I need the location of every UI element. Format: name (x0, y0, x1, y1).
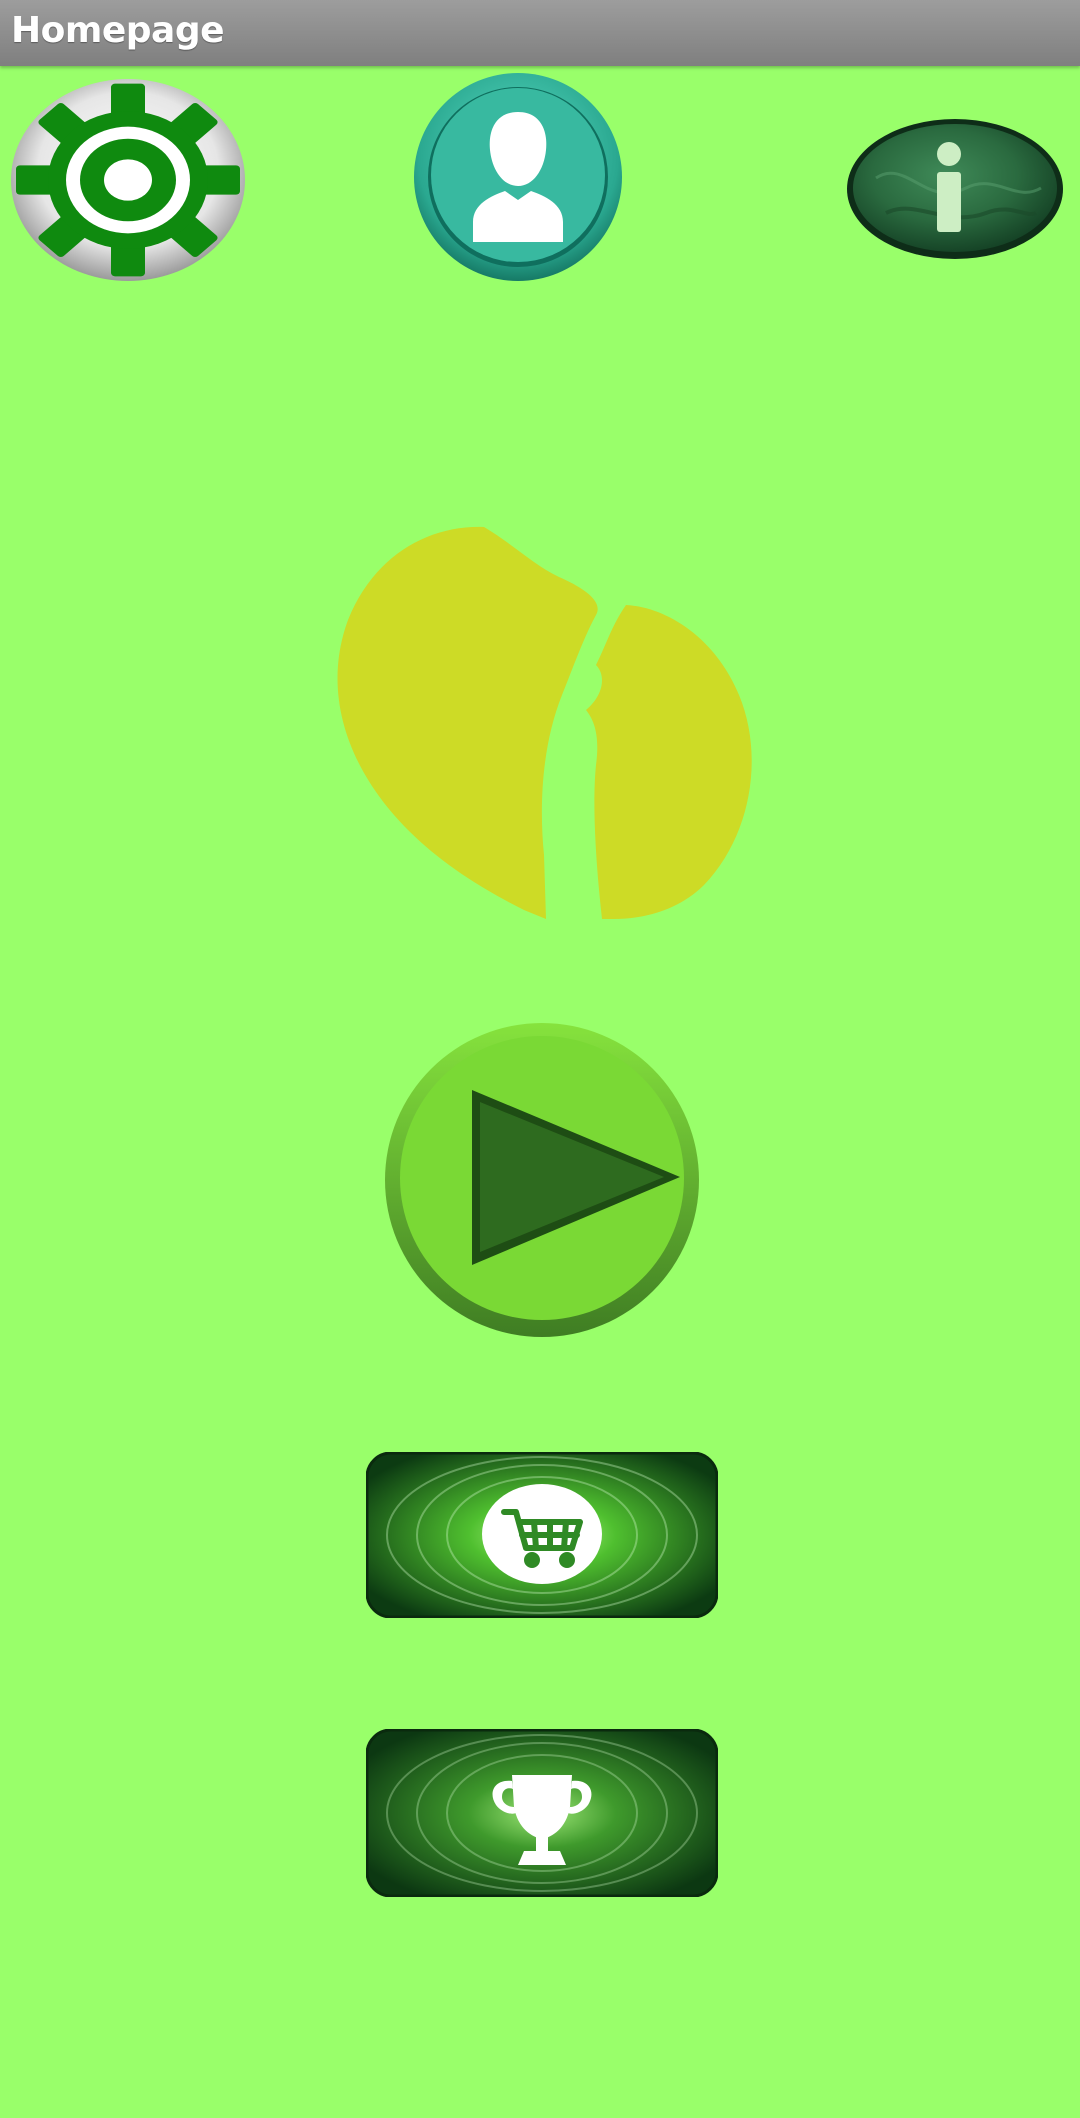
shop-button[interactable] (366, 1452, 718, 1618)
gear-icon (11, 79, 245, 281)
play-button[interactable] (384, 1020, 700, 1340)
page-title: Homepage (11, 10, 225, 51)
settings-button[interactable] (10, 78, 246, 282)
profile-button[interactable] (413, 72, 623, 282)
app-logo (334, 525, 756, 919)
info-button[interactable] (846, 118, 1064, 260)
title-bar: Homepage (0, 0, 1080, 66)
info-icon (937, 142, 961, 232)
leaderboard-button[interactable] (366, 1729, 718, 1897)
